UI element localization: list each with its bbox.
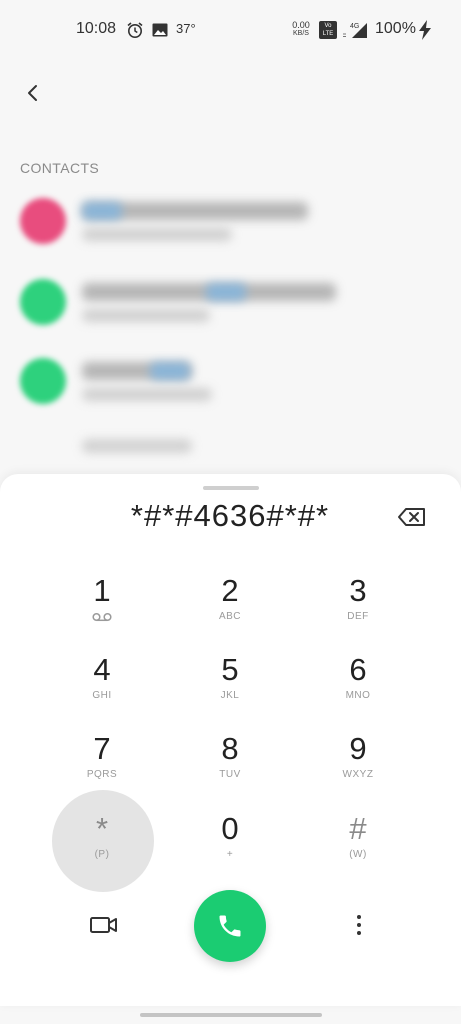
key-4[interactable]: 4 GHI bbox=[47, 643, 157, 715]
key-6[interactable]: 6 MNO bbox=[303, 643, 413, 715]
network-speed-value: 0.00 bbox=[292, 20, 310, 30]
key-digit: 1 bbox=[93, 573, 111, 608]
key-digit: * bbox=[95, 811, 109, 846]
key-letters: PQRS bbox=[86, 769, 118, 780]
contact-number bbox=[82, 309, 210, 322]
key-digit: 4 bbox=[93, 652, 111, 687]
key-digit: 8 bbox=[221, 731, 239, 766]
dial-input[interactable]: *#*#4636#*#* bbox=[60, 498, 400, 534]
key-letters: (W) bbox=[349, 849, 367, 860]
avatar bbox=[20, 279, 66, 325]
contact-item[interactable] bbox=[20, 358, 440, 418]
key-digit: 0 bbox=[221, 811, 239, 846]
key-letters: JKL bbox=[220, 690, 240, 701]
video-call-button[interactable] bbox=[86, 910, 122, 940]
more-results[interactable] bbox=[82, 439, 192, 453]
key-0[interactable]: 0 + bbox=[175, 802, 285, 874]
key-2[interactable]: 2 ABC bbox=[175, 564, 285, 636]
key-digit: 9 bbox=[349, 731, 367, 766]
avatar bbox=[20, 198, 66, 244]
key-9[interactable]: 9 WXYZ bbox=[303, 722, 413, 794]
backspace-button[interactable] bbox=[396, 504, 428, 530]
drag-handle[interactable] bbox=[203, 486, 259, 490]
key-letters: (P) bbox=[94, 849, 110, 860]
contact-number bbox=[82, 388, 212, 401]
key-digit: 6 bbox=[349, 652, 367, 687]
dialer-panel: *#*#4636#*#* 1 2 ABC 3 DEF 4 GHI 5 JKL 6… bbox=[0, 474, 461, 1006]
back-button[interactable] bbox=[18, 78, 48, 108]
key-digit: 7 bbox=[93, 731, 111, 766]
key-letters: DEF bbox=[347, 611, 369, 622]
key-3[interactable]: 3 DEF bbox=[303, 564, 413, 636]
key-letters: WXYZ bbox=[342, 769, 374, 780]
key-5[interactable]: 5 JKL bbox=[175, 643, 285, 715]
call-button[interactable] bbox=[194, 890, 266, 962]
key-letters: GHI bbox=[92, 690, 112, 701]
key-8[interactable]: 8 TUV bbox=[175, 722, 285, 794]
key-letters: + bbox=[226, 849, 234, 860]
match-highlight bbox=[82, 202, 122, 220]
battery-percent: 100% bbox=[375, 20, 416, 37]
match-highlight bbox=[150, 362, 190, 380]
status-bar: 10:08 37° 0.00 KB/S Vo LTE 4G 100% bbox=[0, 0, 461, 58]
key-star[interactable]: * (P) bbox=[47, 802, 157, 874]
signal-icon: 4G bbox=[343, 23, 367, 38]
temperature-text: 37° bbox=[176, 21, 196, 36]
contact-item[interactable] bbox=[20, 198, 440, 258]
key-letters: ABC bbox=[218, 611, 242, 622]
key-letters: MNO bbox=[345, 690, 371, 701]
alarm-icon bbox=[127, 22, 143, 38]
more-options-button[interactable] bbox=[344, 910, 374, 940]
network-speed: 0.00 KB/S bbox=[290, 20, 312, 38]
gesture-navigation-bar[interactable] bbox=[140, 1013, 322, 1017]
key-letters: TUV bbox=[219, 769, 241, 780]
key-hash[interactable]: # (W) bbox=[303, 802, 413, 874]
contacts-header: CONTACTS bbox=[20, 160, 100, 176]
contact-number bbox=[82, 228, 232, 241]
contact-item[interactable] bbox=[20, 279, 440, 339]
match-highlight bbox=[206, 283, 246, 301]
key-digit: 5 bbox=[221, 652, 239, 687]
key-1[interactable]: 1 bbox=[47, 564, 157, 636]
key-digit: 2 bbox=[221, 573, 239, 608]
avatar bbox=[20, 358, 66, 404]
status-time: 10:08 bbox=[76, 20, 117, 37]
charging-bolt-icon bbox=[419, 20, 431, 40]
key-digit: # bbox=[349, 811, 367, 846]
volte-icon: Vo LTE bbox=[319, 21, 337, 39]
phone-icon bbox=[219, 915, 241, 937]
voicemail-icon bbox=[92, 612, 112, 622]
key-7[interactable]: 7 PQRS bbox=[47, 722, 157, 794]
image-icon bbox=[152, 23, 168, 37]
network-speed-unit: KB/S bbox=[293, 30, 309, 37]
svg-text:4G: 4G bbox=[350, 23, 359, 30]
key-digit: 3 bbox=[349, 573, 367, 608]
